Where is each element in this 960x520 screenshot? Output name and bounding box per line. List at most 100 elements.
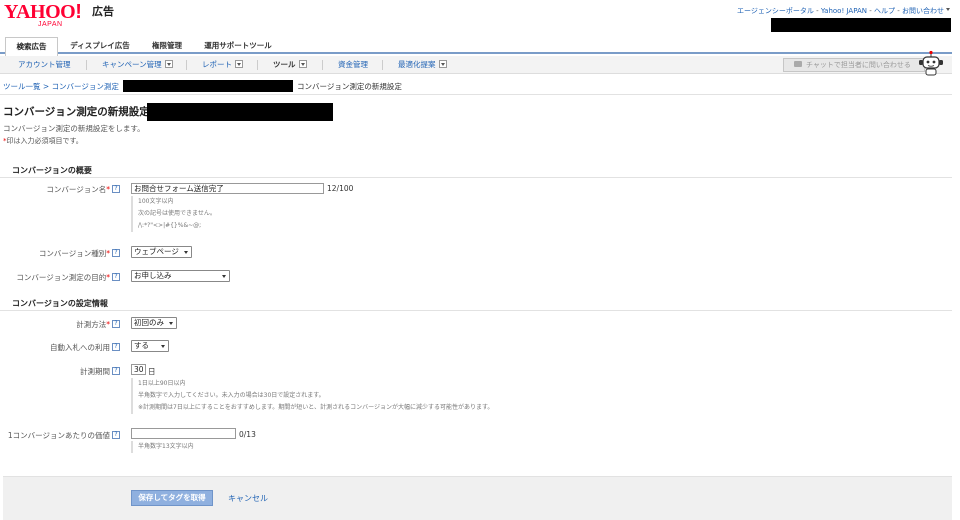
hint-line: 1日以上90日以内 — [138, 380, 186, 387]
field-label-measurement-method: 計測方法*? — [76, 319, 120, 330]
field-label-value-per-conversion: 1コンバージョンあたりの価値? — [8, 430, 120, 441]
logo-text: YAHOO — [4, 1, 76, 23]
hint-line: 半角数字で入力してください。未入力の場合は30日で設定されます。 — [138, 392, 325, 399]
auto-bid-value: する — [134, 341, 149, 350]
header-link-agency-portal[interactable]: エージェンシーポータル — [737, 7, 814, 15]
subnav-divider — [257, 60, 258, 70]
header-link-contact[interactable]: お問い合わせ — [902, 7, 944, 15]
subnav-funds[interactable]: 資金管理 — [338, 56, 368, 74]
conversion-name-input[interactable]: お問合せフォーム送信完了 — [131, 183, 324, 194]
tab-search-ads[interactable]: 検索広告 — [5, 37, 58, 56]
required-mark: * — [106, 249, 110, 258]
help-icon[interactable]: ? — [112, 343, 120, 351]
header-link-sep: - — [895, 7, 902, 15]
hint-line: ※計測期間は7日以上にすることをおすすめします。期間が短いと、計測されるコンバー… — [138, 404, 494, 411]
breadcrumb-current: コンバージョン測定の新規設定 — [297, 82, 402, 91]
subnav-report-label: レポート — [202, 60, 232, 69]
breadcrumb: ツール一覧 > コンバージョン測定 — [3, 81, 119, 92]
chevron-down-icon — [161, 345, 165, 348]
robot-assistant-icon[interactable] — [916, 50, 946, 76]
value-per-conversion-hints: 半角数字13文字以内 — [131, 441, 194, 453]
measurement-period-hints: 1日以上90日以内 半角数字で入力してください。未入力の場合は30日で設定されま… — [131, 378, 493, 414]
conversion-purpose-select[interactable]: お申し込み — [131, 270, 230, 282]
measurement-period-label: 計測期間 — [80, 367, 110, 376]
chevron-down-icon — [222, 275, 226, 278]
subnav-campaign[interactable]: キャンペーン管理 — [102, 56, 173, 74]
value-per-conversion-counter: 0/13 — [239, 430, 256, 439]
field-label-conversion-name: コンバージョン名*? — [46, 184, 120, 195]
subnav-divider — [322, 60, 323, 70]
subnav-optimize-label: 最適化提案 — [398, 60, 436, 69]
sub-nav: アカウント管理 キャンペーン管理 レポート ツール 資金管理 最適化提案 チャッ… — [0, 56, 952, 74]
required-mark: * — [106, 185, 110, 194]
value-per-conversion-label: 1コンバージョンあたりの価値 — [7, 431, 110, 440]
measurement-period-input[interactable]: 30 — [131, 364, 146, 375]
cancel-link[interactable]: キャンセル — [228, 493, 268, 504]
subnav-tools[interactable]: ツール — [273, 56, 307, 74]
yahoo-logo[interactable]: YAHOO! JAPAN — [4, 1, 82, 28]
chevron-down-icon[interactable] — [438, 60, 447, 68]
measurement-method-select[interactable]: 初回のみ — [131, 317, 177, 329]
hint-line: /\:*?"<>|#{}%&~@; — [138, 222, 202, 229]
breadcrumb-current-wrap: コンバージョン測定の新規設定 — [297, 81, 402, 92]
chevron-down-icon — [169, 322, 173, 325]
logo-exclaim: ! — [75, 1, 82, 23]
help-icon[interactable]: ? — [112, 249, 120, 257]
breadcrumb-sep: > — [40, 82, 52, 91]
field-label-measurement-period: 計測期間? — [80, 366, 120, 377]
chevron-down-icon[interactable] — [298, 60, 307, 68]
header-link-help[interactable]: ヘルプ — [874, 7, 895, 15]
value-per-conversion-input[interactable] — [131, 428, 236, 439]
logo-sub: JAPAN — [38, 21, 63, 28]
help-icon[interactable]: ? — [112, 431, 120, 439]
page-header: YAHOO! JAPAN 広告 エージェンシーポータル - Yahoo! JAP… — [0, 0, 960, 33]
hint-line: 次の記号は使用できません。 — [138, 210, 216, 217]
section-title-settings: コンバージョンの設定情報 — [12, 299, 108, 308]
help-icon[interactable]: ? — [112, 185, 120, 193]
chevron-down-icon[interactable] — [945, 6, 951, 14]
conversion-type-value: ウェブページ — [134, 247, 179, 256]
subnav-report[interactable]: レポート — [202, 56, 243, 74]
hint-line: 100文字以内 — [138, 198, 174, 205]
breadcrumb-tools-list[interactable]: ツール一覧 — [3, 82, 41, 91]
hint-line: 半角数字13文字以内 — [138, 443, 194, 450]
conversion-type-select[interactable]: ウェブページ — [131, 246, 192, 258]
field-label-conversion-purpose: コンバージョン測定の目的*? — [16, 272, 120, 283]
header-link-sep: - — [813, 7, 821, 15]
chevron-down-icon[interactable] — [164, 60, 173, 68]
field-label-conversion-type: コンバージョン種別*? — [39, 248, 120, 259]
save-and-get-tag-button[interactable]: 保存してタグを取得 — [131, 490, 213, 506]
conversion-name-label: コンバージョン名 — [46, 185, 107, 194]
conversion-name-hints: 100文字以内 次の記号は使用できません。 /\:*?"<>|#{}%&~@; — [131, 196, 216, 232]
header-link-sep: - — [867, 7, 875, 15]
auto-bid-label: 自動入札への利用 — [50, 343, 110, 352]
subnav-divider — [86, 60, 87, 70]
product-name: 広告 — [92, 5, 114, 18]
measurement-method-value: 初回のみ — [134, 318, 164, 327]
conversion-name-counter: 12/100 — [327, 184, 354, 193]
tab-permissions[interactable]: 権限管理 — [145, 37, 189, 54]
required-mark: * — [106, 320, 110, 329]
subnav-campaign-label: キャンペーン管理 — [102, 60, 162, 69]
chat-support-button[interactable]: チャットで担当者に問い合わせる — [783, 58, 925, 72]
measurement-method-label: 計測方法 — [76, 320, 107, 329]
help-icon[interactable]: ? — [112, 320, 120, 328]
required-note: *印は入力必須項目です。 — [3, 136, 83, 146]
chevron-down-icon[interactable] — [235, 60, 243, 68]
subnav-optimize[interactable]: 最適化提案 — [398, 56, 447, 74]
chat-bubble-icon — [794, 61, 802, 67]
auto-bid-select[interactable]: する — [131, 340, 169, 352]
redacted-account-name — [123, 80, 293, 92]
page-description: コンバージョン測定の新規設定をします。 — [3, 124, 145, 133]
section-divider — [0, 177, 952, 178]
redacted-title-suffix — [147, 103, 333, 121]
breadcrumb-conversion[interactable]: コンバージョン測定 — [52, 82, 119, 91]
tab-ops-support-tools[interactable]: 運用サポートツール — [198, 37, 278, 54]
help-icon[interactable]: ? — [112, 273, 120, 281]
help-icon[interactable]: ? — [112, 367, 120, 375]
header-link-yahoo[interactable]: Yahoo! JAPAN — [821, 7, 867, 15]
conversion-purpose-value: お申し込み — [134, 271, 172, 280]
tab-display-ads[interactable]: ディスプレイ広告 — [62, 37, 138, 54]
measurement-period-unit: 日 — [148, 367, 156, 376]
subnav-account[interactable]: アカウント管理 — [18, 56, 71, 74]
